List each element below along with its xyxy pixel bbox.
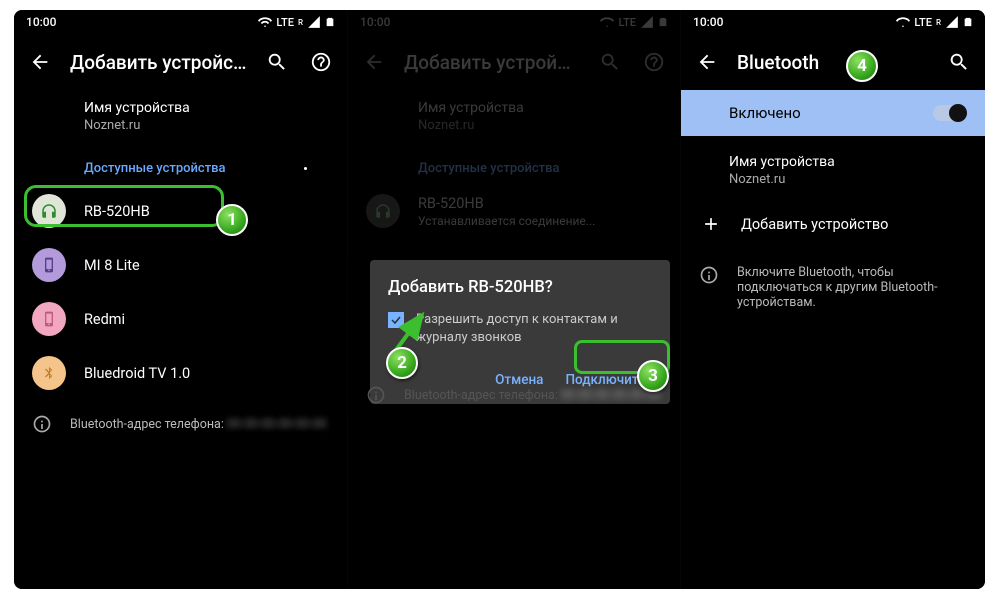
- screen-title: Добавить устройство: [70, 51, 247, 74]
- scan-spinner-icon: [304, 167, 307, 170]
- back-button[interactable]: [693, 48, 721, 76]
- panel-pair-dialog: 10:00 LTE Добавить устройство Имя устрой…: [347, 10, 680, 589]
- search-button[interactable]: [263, 48, 291, 76]
- status-right: LTE R: [258, 15, 335, 29]
- bluetooth-help-row: Включите Bluetooth, чтобы подключаться к…: [681, 251, 985, 324]
- bt-address-row: Bluetooth-адрес телефона: 00:00:00:00:00…: [14, 400, 347, 448]
- device-name-section[interactable]: Имя устройства Noznet.ru: [681, 136, 985, 197]
- info-icon: [32, 414, 52, 434]
- status-time: 10:00: [26, 15, 56, 29]
- info-icon: [366, 385, 386, 405]
- signal-icon: [307, 15, 321, 29]
- bluetooth-icon: [32, 356, 66, 390]
- device-row-bluedroid[interactable]: Bluedroid TV 1.0: [14, 346, 347, 400]
- bt-address-value: 00:00:00:00:00:00: [227, 417, 326, 432]
- step-badge-2: 2: [386, 347, 418, 379]
- add-device-row[interactable]: Добавить устройство: [681, 197, 985, 251]
- wifi-icon: [896, 15, 910, 29]
- status-bar: 10:00 LTE R: [14, 10, 347, 34]
- search-button[interactable]: [945, 48, 973, 76]
- device-name-label: Имя устройства: [84, 100, 329, 116]
- device-row-mi8lite[interactable]: MI 8 Lite: [14, 238, 347, 292]
- panel-add-device: 10:00 LTE R Добавить устройство Имя устр…: [14, 10, 347, 589]
- tutorial-stage: 10:00 LTE R Добавить устройство Имя устр…: [14, 10, 985, 589]
- dialog-title: Добавить RB-520HB?: [388, 278, 652, 297]
- device-name-value: Noznet.ru: [84, 118, 329, 133]
- arrow-icon: [384, 305, 434, 355]
- available-devices-header: Доступные устройства: [14, 143, 347, 184]
- back-button[interactable]: [26, 48, 54, 76]
- toolbar: Добавить устройство: [14, 34, 347, 90]
- step-badge-3: 3: [637, 360, 669, 392]
- wifi-icon: [258, 15, 272, 29]
- plus-icon: [699, 207, 723, 241]
- battery-icon: [963, 15, 973, 29]
- phone-icon: [32, 302, 66, 336]
- phone-icon: [32, 248, 66, 282]
- signal-icon: [945, 15, 959, 29]
- headphones-icon: [32, 194, 66, 228]
- toggle-switch[interactable]: [933, 105, 965, 121]
- device-row-redmi[interactable]: Redmi: [14, 292, 347, 346]
- step-badge-4: 4: [846, 50, 878, 82]
- screen-title: Bluetooth: [737, 51, 929, 74]
- battery-icon: [325, 15, 335, 29]
- panel-bluetooth: 10:00 LTE R Bluetooth Включено Имя устро…: [680, 10, 985, 589]
- device-name-section[interactable]: Имя устройства Noznet.ru: [14, 90, 347, 143]
- info-icon: [699, 265, 719, 285]
- step-badge-1: 1: [216, 204, 248, 236]
- status-bar: 10:00 LTE R: [681, 10, 985, 34]
- help-button[interactable]: [307, 48, 335, 76]
- bluetooth-toggle-row[interactable]: Включено: [681, 90, 985, 136]
- device-row-rb520hb[interactable]: RB-520HB: [14, 184, 347, 238]
